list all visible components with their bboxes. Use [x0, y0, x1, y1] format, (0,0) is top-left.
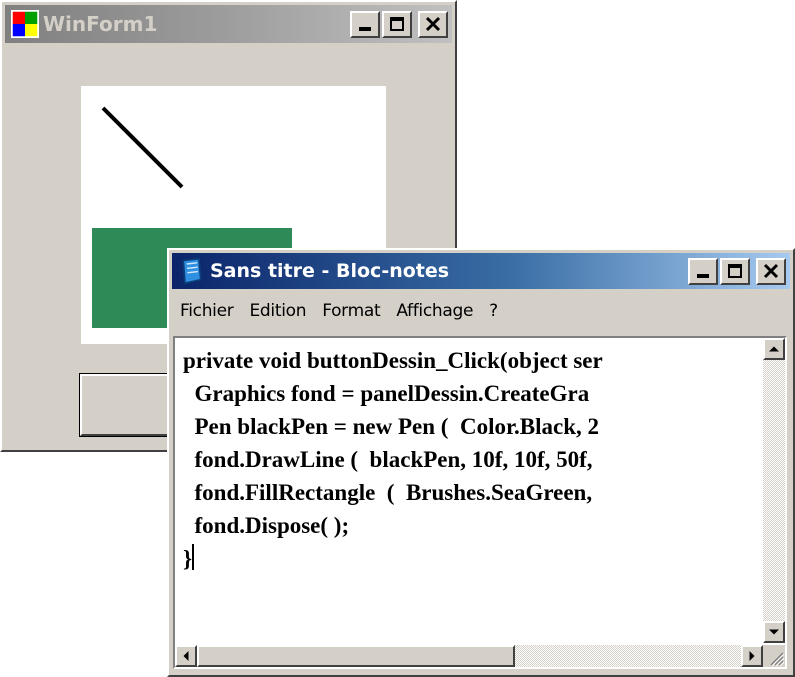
horizontal-scrollbar[interactable] — [175, 645, 763, 667]
notepad-minimize-button[interactable] — [688, 257, 718, 285]
minimize-icon — [697, 273, 709, 278]
scroll-left-button[interactable] — [175, 645, 197, 667]
code-line: fond.DrawLine ( blackPen, 10f, 10f, 50f, — [183, 447, 593, 472]
code-line: fond.Dispose( ); — [183, 513, 350, 538]
winform-maximize-button[interactable] — [382, 10, 412, 38]
menu-format[interactable]: Format — [314, 301, 388, 321]
winform-minimize-button[interactable] — [350, 10, 380, 38]
scroll-right-button[interactable] — [741, 645, 763, 667]
maximize-icon — [390, 16, 404, 31]
drawn-line — [101, 106, 184, 189]
scroll-up-button[interactable] — [763, 338, 785, 360]
code-line: private void buttonDessin_Click(object s… — [183, 348, 603, 373]
notepad-maximize-button[interactable] — [720, 257, 750, 285]
code-line: Pen blackPen = new Pen ( Color.Black, 2 — [183, 414, 600, 439]
code-line-last: } — [183, 542, 751, 575]
menu-edition[interactable]: Edition — [241, 301, 314, 321]
horizontal-scroll-thumb[interactable] — [197, 645, 515, 667]
winform-app-icon — [11, 10, 39, 38]
winform-close-button[interactable] — [418, 10, 448, 38]
close-icon — [425, 16, 441, 31]
size-grip[interactable] — [763, 645, 785, 667]
scroll-down-button[interactable] — [763, 621, 785, 643]
arrow-left-icon — [183, 651, 189, 661]
text-caret — [192, 544, 195, 570]
notepad-icon — [182, 257, 202, 285]
arrow-right-icon — [749, 651, 755, 661]
code-line: Graphics fond = panelDessin.CreateGra — [183, 381, 590, 406]
menu-affichage[interactable]: Affichage — [388, 301, 481, 321]
arrow-up-icon — [769, 346, 779, 352]
notepad-menubar: Fichier Edition Format Affichage ? — [172, 294, 506, 328]
resize-grip-icon — [770, 652, 785, 667]
text-editor[interactable]: private void buttonDessin_Click(object s… — [173, 336, 787, 669]
menu-help[interactable]: ? — [481, 301, 506, 321]
notepad-close-button[interactable] — [756, 257, 786, 285]
arrow-down-icon — [769, 629, 779, 635]
winform-title: WinForm1 — [43, 12, 158, 36]
menu-fichier[interactable]: Fichier — [172, 301, 241, 321]
code-text[interactable]: private void buttonDessin_Click(object s… — [183, 344, 751, 634]
close-icon — [763, 263, 779, 278]
notepad-title: Sans titre - Bloc-notes — [210, 260, 450, 282]
vertical-scrollbar[interactable] — [763, 338, 785, 643]
code-line: fond.FillRectangle ( Brushes.SeaGreen, — [183, 480, 593, 505]
notepad-window: Sans titre - Bloc-notes Fichier Edition … — [167, 248, 795, 677]
minimize-icon — [359, 26, 371, 31]
notepad-titlebar[interactable]: Sans titre - Bloc-notes — [172, 253, 790, 289]
maximize-icon — [728, 263, 742, 278]
winform-titlebar[interactable]: WinForm1 — [5, 5, 452, 43]
closing-brace: } — [183, 546, 193, 571]
